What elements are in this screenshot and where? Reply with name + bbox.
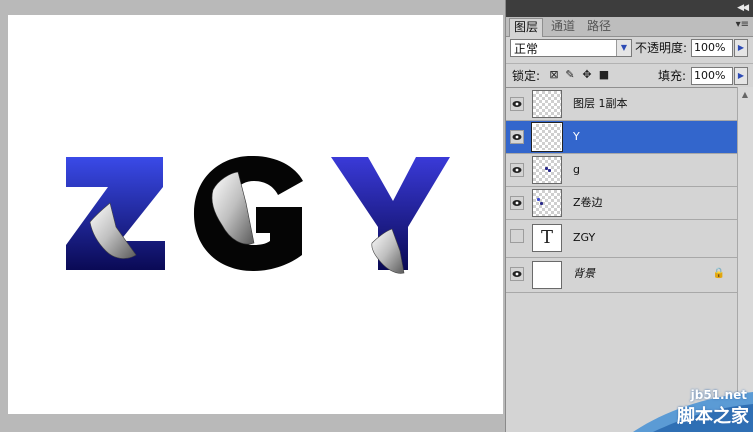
layer-row-g[interactable]: g [506, 154, 737, 187]
text-layer-icon: T [532, 224, 562, 252]
visibility-toggle[interactable] [510, 267, 524, 281]
fill-input[interactable]: 100% [691, 67, 733, 85]
layer-name: 图层 1副本 [573, 97, 628, 110]
letter-y [331, 157, 450, 274]
opacity-label: 不透明度: [635, 41, 688, 55]
eye-icon [512, 200, 522, 206]
thumb-mark [548, 169, 551, 172]
fill-label: 填充: [658, 69, 687, 83]
layer-name: Z卷边 [573, 196, 603, 209]
lock-all-icon[interactable]: ■ [598, 69, 610, 81]
panel-menu-icon[interactable]: ▾≡ [736, 19, 749, 30]
layer-row-copy[interactable]: 图层 1副本 [506, 88, 737, 121]
layer-thumbnail [532, 189, 562, 217]
opacity-input[interactable]: 100% [691, 39, 733, 57]
fill-arrow-icon[interactable]: ▶ [734, 67, 748, 85]
lock-icon: 🔒 [712, 268, 725, 279]
lock-position-icon[interactable]: ✥ [581, 69, 593, 81]
layer-row-z-curl[interactable]: Z卷边 [506, 187, 737, 220]
thumb-mark [540, 202, 543, 205]
thumb-mark [537, 198, 540, 201]
layer-row-zgy-text[interactable]: T ZGY [506, 220, 737, 258]
visibility-toggle[interactable] [510, 97, 524, 111]
document-canvas[interactable] [8, 15, 503, 414]
blend-mode-select[interactable]: 正常 ▼ [510, 39, 632, 57]
eye-icon [512, 271, 522, 277]
watermark-logo-text: 脚本之家 [677, 406, 749, 427]
layer-thumbnail [532, 156, 562, 184]
layer-name: ZGY [573, 231, 596, 244]
eye-icon [512, 101, 522, 107]
layer-thumbnail [531, 122, 563, 152]
layer-row-background[interactable]: 背景 🔒 [506, 258, 737, 293]
layers-panel: ◀◀ 图层 通道 路径 ▾≡ 正常 ▼ 不透明度: 100% ▶ 锁定: ⊠ ✎… [505, 0, 753, 432]
visibility-toggle[interactable] [510, 196, 524, 210]
watermark-url: jb51.net [690, 388, 747, 402]
scroll-up-icon[interactable]: ▲ [739, 89, 751, 101]
layer-list: 图层 1副本 Y g Z卷边 T ZGY 背景 🔒 [506, 87, 737, 295]
layer-thumbnail [532, 261, 562, 289]
letter-g [193, 155, 303, 271]
visibility-toggle[interactable] [510, 130, 524, 144]
layer-thumbnail [532, 90, 562, 118]
layer-row-y[interactable]: Y [506, 121, 737, 154]
blend-opacity-row: 正常 ▼ 不透明度: 100% ▶ [506, 37, 753, 61]
opacity-arrow-icon[interactable]: ▶ [734, 39, 748, 57]
layer-name: Y [573, 130, 580, 143]
tab-paths[interactable]: 路径 [583, 18, 615, 35]
collapse-icon[interactable]: ◀◀ [737, 2, 749, 14]
artwork [66, 155, 450, 274]
panel-title-bar: ◀◀ [506, 0, 753, 17]
blend-mode-value: 正常 [514, 42, 539, 56]
letter-z [66, 157, 165, 270]
tab-layers[interactable]: 图层 [509, 18, 544, 37]
chevron-down-icon[interactable]: ▼ [616, 40, 631, 56]
lock-image-pixels-icon[interactable]: ✎ [564, 69, 576, 81]
layer-name: g [573, 163, 580, 176]
tab-channels[interactable]: 通道 [547, 18, 579, 35]
visibility-toggle[interactable] [510, 229, 524, 243]
lock-transparent-pixels-icon[interactable]: ⊠ [548, 69, 560, 81]
lock-fill-row: 锁定: ⊠ ✎ ✥ ■ 填充: 100% ▶ [506, 63, 753, 88]
panel-tabs: 图层 通道 路径 ▾≡ [506, 17, 753, 37]
eye-icon [512, 167, 522, 173]
visibility-toggle[interactable] [510, 163, 524, 177]
lock-label: 锁定: [512, 69, 541, 83]
layer-name: 背景 [573, 267, 595, 280]
eye-icon [512, 134, 522, 140]
